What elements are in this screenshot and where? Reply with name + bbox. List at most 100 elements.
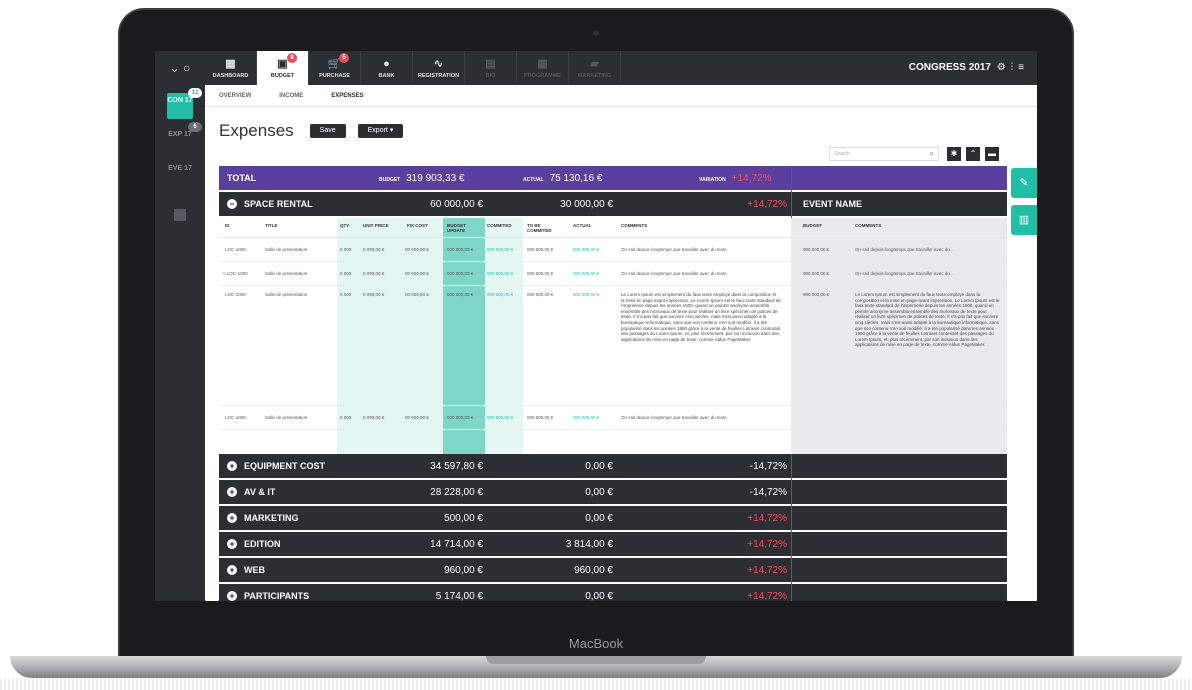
tab-overview[interactable]: OVERVIEW: [219, 85, 251, 106]
category-variation: -14,72%: [749, 486, 787, 498]
category-marketing[interactable]: + MARKETING 500,00 € 0,00 € +14,72%: [219, 506, 1007, 532]
nav-programme[interactable]: ▦ PROGRAMME: [517, 51, 569, 85]
category-variation: +14,72%: [747, 564, 787, 576]
sub-tabs: OVERVIEW INCOME EXPENSES: [205, 85, 1037, 107]
project-label: EVE 17: [168, 165, 192, 172]
table-row[interactable]: ≡ LOC-1000 Salle de présentation 0 000 0 00…: [219, 262, 1007, 286]
category-actual: 30 000,00 €: [560, 198, 613, 210]
nav-label: MARKETING: [577, 73, 612, 79]
plus-icon[interactable]: +: [227, 487, 237, 497]
category-label: MARKETING: [244, 513, 299, 523]
nav-registration[interactable]: ∿ REGISTRATION: [413, 51, 465, 85]
project-exp17[interactable]: EXP 17 6: [167, 122, 202, 153]
nav-bank[interactable]: ● BANK: [361, 51, 413, 85]
project-badge: 6: [188, 122, 202, 132]
col-qty[interactable]: QTY: [340, 223, 349, 228]
edit-chart-tab[interactable]: ✎: [1011, 168, 1037, 198]
category-edition[interactable]: + EDITION 14 714,00 € 3 814,00 € +14,72%: [219, 532, 1007, 558]
category-budget: 34 597,80 €: [430, 460, 483, 472]
table-row[interactable]: LOC-1000 Salle de présentation 0 000 0 000,…: [219, 406, 1007, 430]
category-budget: 28 228,00 €: [430, 486, 483, 498]
main-nav: ▦ DASHBOARD ▣ BUDGET 8 🛒 PURCHASE 5 ● BANK ∿ RE…: [205, 51, 621, 85]
category-label: WEB: [244, 565, 265, 575]
col-id[interactable]: ID: [225, 223, 230, 228]
category-participants[interactable]: + PARTICIPANTS 5 174,00 € 0,00 € +14,72%: [219, 584, 1007, 601]
budget-icon: ▣: [277, 58, 288, 70]
col-event-comments[interactable]: COMMENTS: [855, 223, 881, 228]
collapse-icon[interactable]: ⌃: [966, 147, 980, 161]
nav-label: BANK: [378, 73, 395, 79]
col-budget-update[interactable]: BUDGET UPDATE: [447, 223, 483, 233]
category-label: EDITION: [244, 539, 281, 549]
list-add-icon[interactable]: ≡: [1018, 62, 1029, 73]
category-space-rental[interactable]: − SPACE RENTAL 60 000,00 € 30 000,00 € +1…: [219, 192, 1007, 218]
table-row[interactable]: LOC-1000 Salle de présentation 0 000 0 000,…: [219, 238, 1007, 262]
nav-purchase[interactable]: 🛒 PURCHASE 5: [309, 51, 361, 85]
category-actual: 0,00 €: [585, 590, 613, 602]
col-commited[interactable]: COMMITED: [487, 223, 512, 228]
category-budget: 500,00 €: [444, 512, 483, 524]
nav-budget[interactable]: ▣ BUDGET 8: [257, 51, 309, 85]
total-actual: ACTUAL 75 130,16 €: [523, 172, 603, 184]
search-input[interactable]: Search ⌕: [829, 147, 939, 161]
project-con17[interactable]: CON 17 12: [167, 88, 202, 119]
col-title[interactable]: TITLE: [265, 223, 278, 228]
add-project-icon[interactable]: [174, 209, 186, 221]
nav-marketing[interactable]: ▰ MARKETING: [569, 51, 621, 85]
layout-icon[interactable]: ▬: [985, 147, 999, 161]
category-budget: 60 000,00 €: [430, 198, 483, 210]
topbar-icons: ⚙⫶≡: [997, 51, 1029, 85]
export-button[interactable]: Export ▾: [357, 124, 404, 138]
col-fix-cost[interactable]: FIX COST: [407, 223, 428, 228]
top-bar: ▦ DASHBOARD ▣ BUDGET 8 🛒 PURCHASE 5 ● BANK ∿ RE…: [205, 51, 1037, 85]
column-headers: ID TITLE QTY UNIT PRICE FIX COST BUDGET …: [219, 218, 1007, 238]
category-variation: +14,72%: [747, 538, 787, 550]
col-actual[interactable]: ACTUAL: [573, 223, 592, 228]
tab-income[interactable]: INCOME: [279, 85, 303, 106]
dashboard-icon: ▦: [225, 58, 236, 70]
event-name-header: EVENT NAME: [803, 199, 863, 209]
stats-tab[interactable]: ▥: [1011, 205, 1037, 235]
category-actual: 0,00 €: [585, 460, 613, 472]
table-row[interactable]: LOC-1000 Salle de présentation 0 000 0 000,…: [219, 286, 1007, 406]
nav-dashboard[interactable]: ▦ DASHBOARD: [205, 51, 257, 85]
category-budget: 14 714,00 €: [430, 538, 483, 550]
category-equipment-cost[interactable]: + EQUIPMENT COST 34 597,80 € 0,00 € -14,72%: [219, 454, 1007, 480]
plus-icon[interactable]: +: [227, 565, 237, 575]
nav-label: REGISTRATION: [417, 73, 460, 79]
nav-bio[interactable]: ▤ BIO: [465, 51, 517, 85]
app-screen: ⌄ ○ CON 17 12 EXP 17 6 EVE 17 ▦ DASHBOARD ▣…: [155, 51, 1037, 601]
snowflake-icon[interactable]: ✱: [947, 147, 961, 161]
project-eve17[interactable]: EVE 17: [167, 161, 193, 187]
category-actual: 3 814,00 €: [565, 538, 613, 550]
laptop-notch: [486, 656, 706, 664]
category-variation: +14,72%: [747, 512, 787, 524]
col-unit-price[interactable]: UNIT PRICE: [363, 223, 389, 228]
nav-badge: 8: [287, 53, 297, 63]
col-event-budget[interactable]: BUDGET: [803, 223, 822, 228]
tab-expenses[interactable]: EXPENSES: [331, 85, 363, 106]
sidebar-toggle[interactable]: ⌄ ○: [155, 51, 205, 85]
save-button[interactable]: Save: [309, 124, 346, 138]
category-web[interactable]: + WEB 960,00 € 960,00 € +14,72%: [219, 558, 1007, 584]
category-av-it[interactable]: + AV & IT 28 228,00 € 0,00 € -14,72%: [219, 480, 1007, 506]
plus-icon[interactable]: +: [227, 591, 237, 601]
search-icon: ⌕: [929, 149, 934, 158]
plus-icon[interactable]: +: [227, 461, 237, 471]
plus-icon[interactable]: +: [227, 539, 237, 549]
category-actual: 0,00 €: [585, 486, 613, 498]
column-separator: [791, 166, 792, 192]
search-placeholder: Search: [834, 151, 850, 157]
gear-icon[interactable]: ⚙: [997, 62, 1011, 73]
minus-icon[interactable]: −: [227, 199, 237, 209]
project-label: EXP 17: [168, 131, 192, 138]
col-to-be-commited[interactable]: TO BE COMMITED: [527, 223, 561, 233]
page-title: Expenses: [219, 121, 294, 140]
col-comments[interactable]: COMMENTS: [621, 223, 647, 228]
category-label: EQUIPMENT COST: [244, 461, 326, 471]
category-variation: -14,72%: [749, 460, 787, 472]
comment-text: Le Lorem Ipsum est simplement du faux te…: [621, 292, 781, 342]
event-title: CONGRESS 2017: [908, 62, 991, 73]
plus-icon[interactable]: +: [227, 513, 237, 523]
view-controls: ✱ ⌃ ▬: [947, 147, 1004, 161]
